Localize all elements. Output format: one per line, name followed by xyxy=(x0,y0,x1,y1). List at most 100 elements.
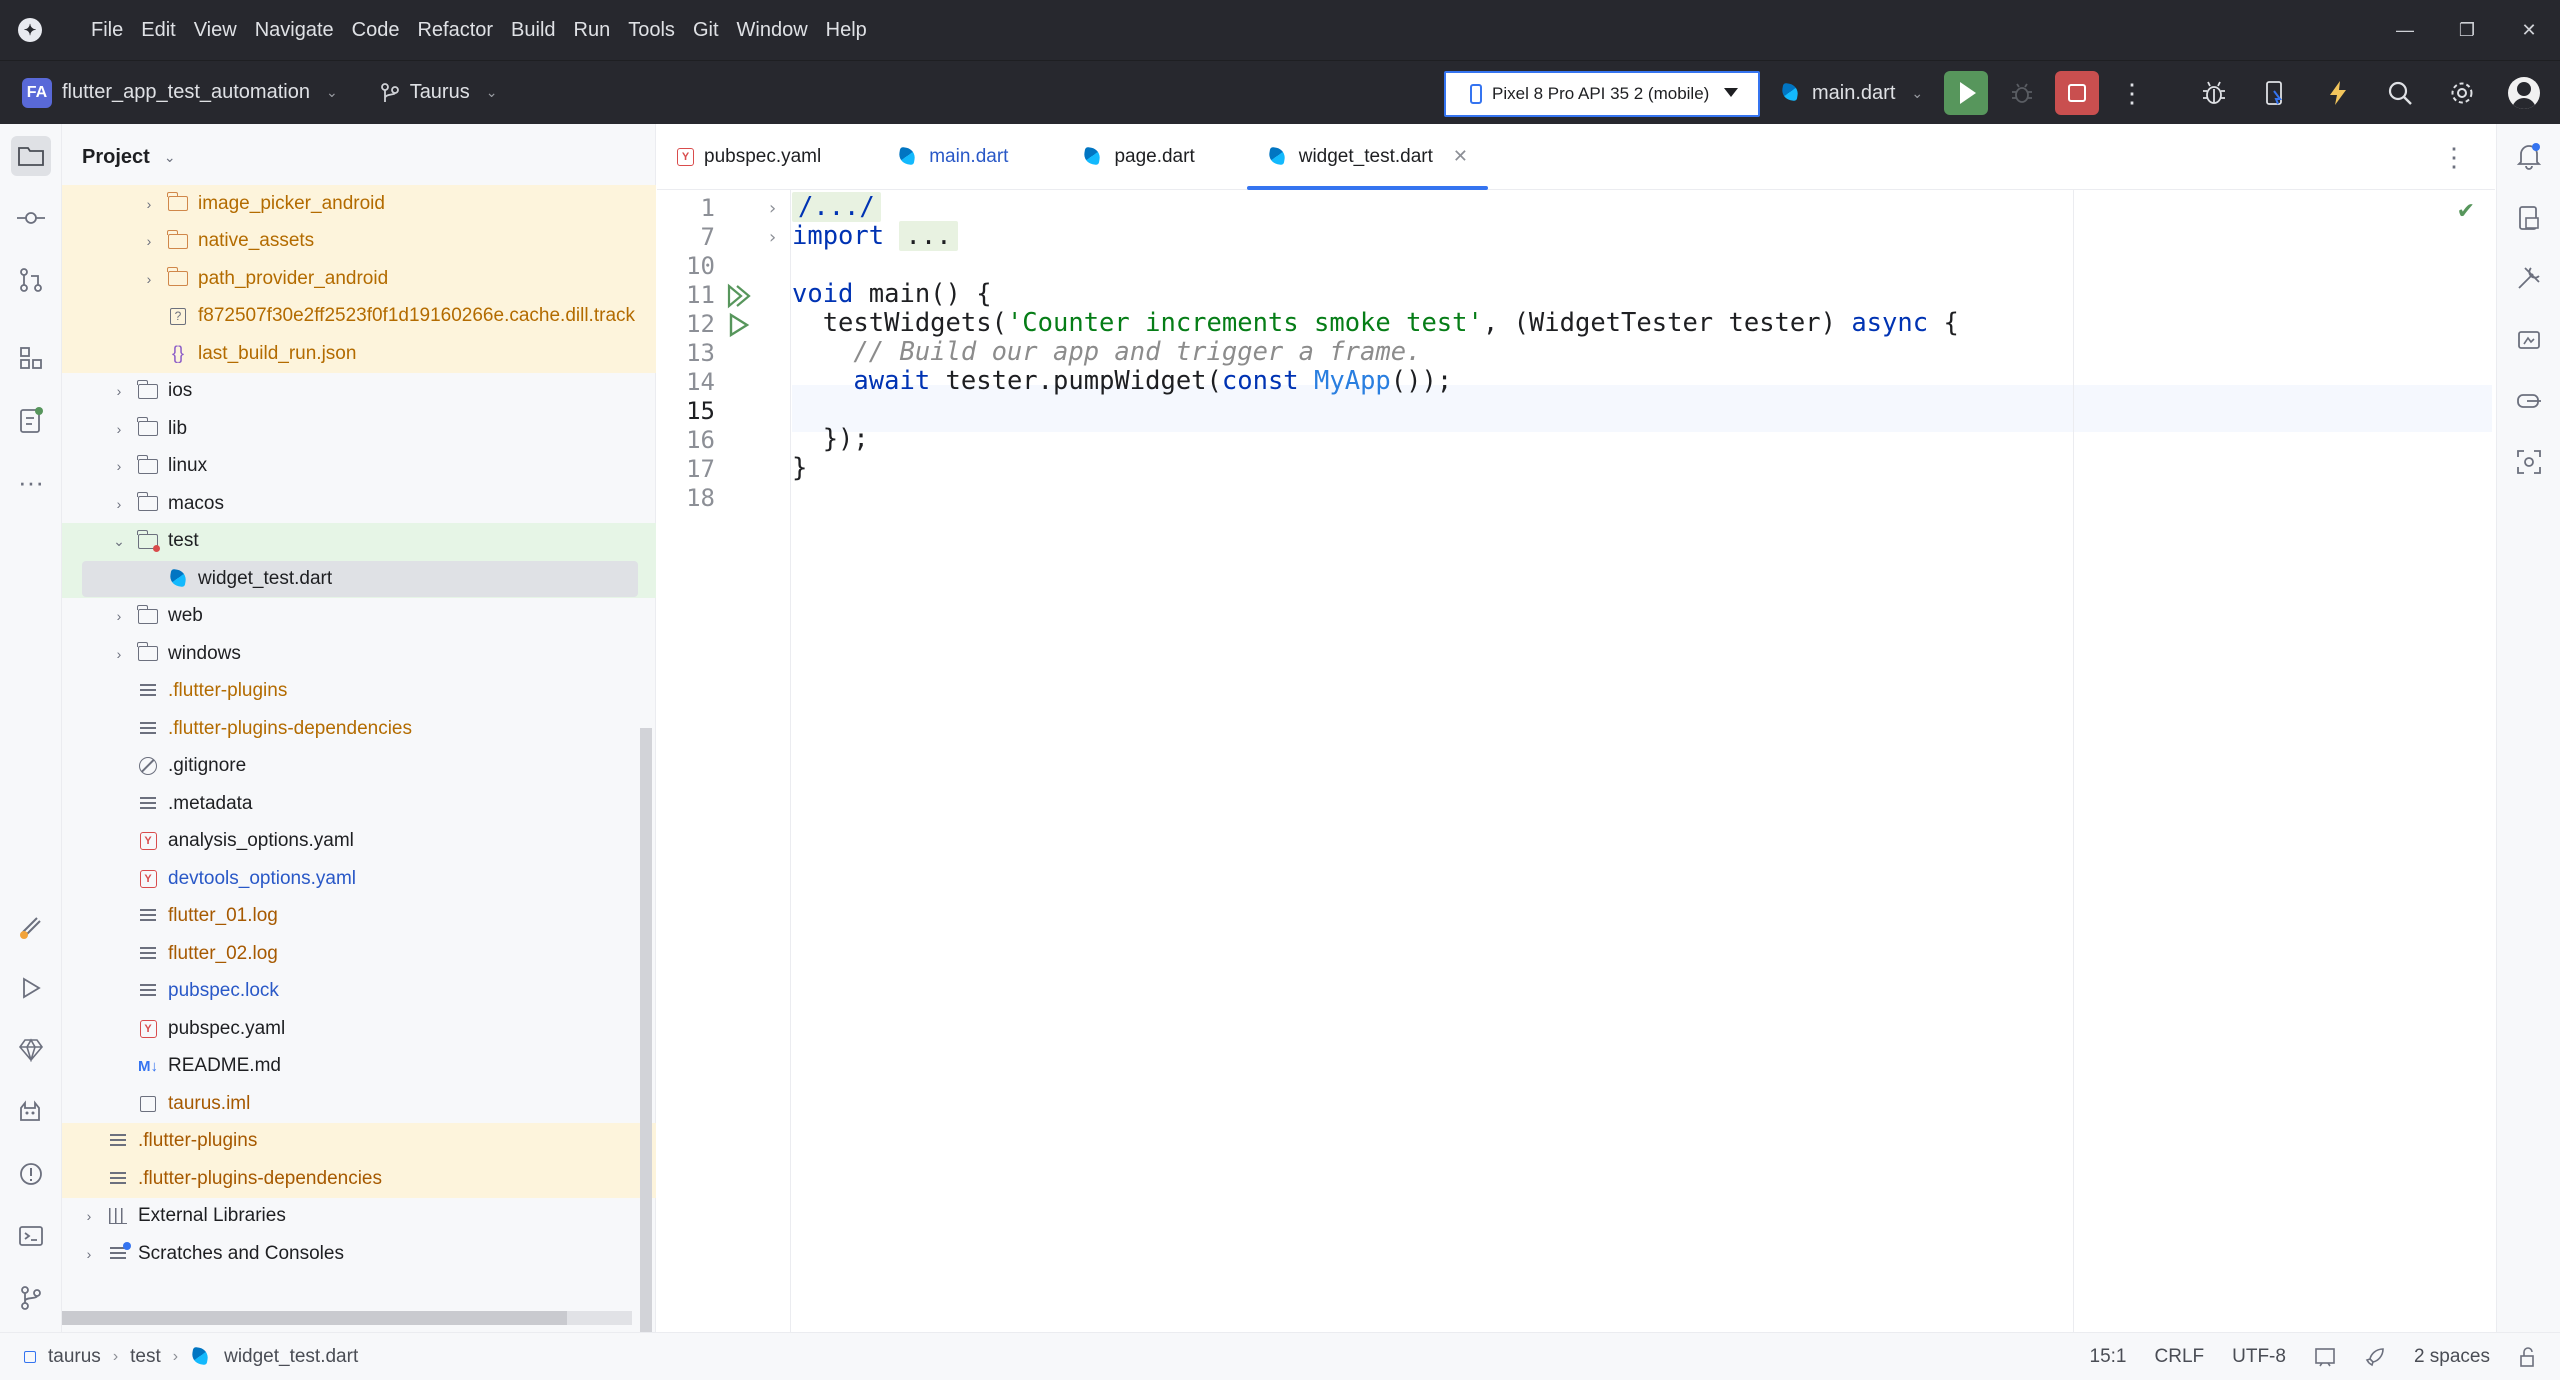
tree-row[interactable]: › ios xyxy=(62,373,656,411)
breadcrumb-item[interactable]: test xyxy=(130,1346,161,1368)
tree-row[interactable]: taurus.iml xyxy=(62,1085,656,1123)
rocket-icon[interactable] xyxy=(2364,1346,2386,1368)
tab-pubspec-yaml[interactable]: Y pubspec.yaml xyxy=(657,124,841,190)
tree-row[interactable]: Y pubspec.yaml xyxy=(62,1010,656,1048)
chevron-right-icon[interactable]: › xyxy=(112,608,126,624)
tab-widget-test-dart[interactable]: widget_test.dart ✕ xyxy=(1246,124,1489,190)
readonly-toggle-icon[interactable] xyxy=(2314,1347,2336,1367)
tab-main-dart[interactable]: main.dart xyxy=(877,124,1028,190)
structure-tool-button[interactable] xyxy=(11,338,51,378)
tree-row[interactable]: › native_assets xyxy=(62,222,656,260)
caret-position[interactable]: 15:1 xyxy=(2090,1346,2127,1368)
terminal-tool-button[interactable] xyxy=(11,1216,51,1256)
line-separator[interactable]: CRLF xyxy=(2155,1346,2205,1368)
fold-arrow-icon[interactable]: › xyxy=(767,227,778,248)
tree-row[interactable]: .metadata xyxy=(62,785,656,823)
chevron-right-icon[interactable]: › xyxy=(112,383,126,399)
vcs-branch-selector[interactable]: Taurus ⌄ xyxy=(380,81,497,104)
vertical-scrollbar[interactable] xyxy=(640,728,652,1332)
chevron-right-icon[interactable]: › xyxy=(112,646,126,662)
tree-row[interactable]: flutter_01.log xyxy=(62,898,656,936)
gemini-tool-button[interactable] xyxy=(11,1030,51,1070)
account-button[interactable] xyxy=(2502,71,2546,115)
breadcrumb-item[interactable]: widget_test.dart xyxy=(224,1346,358,1368)
device-manager-button[interactable] xyxy=(2252,71,2296,115)
tree-row[interactable]: › Scratches and Consoles xyxy=(62,1235,656,1273)
problems-tool-button[interactable] xyxy=(11,1154,51,1194)
chevron-right-icon[interactable]: › xyxy=(112,496,126,512)
tree-row[interactable]: › External Libraries xyxy=(62,1198,656,1236)
run-configuration-selector[interactable]: main.dart ⌄ xyxy=(1780,61,1923,125)
chevron-right-icon[interactable]: › xyxy=(82,1246,96,1262)
chevron-right-icon[interactable]: › xyxy=(142,271,156,287)
logcat-tool-button[interactable] xyxy=(11,1092,51,1132)
tree-row[interactable]: › windows xyxy=(62,635,656,673)
run-tests-gutter-icon[interactable] xyxy=(725,282,753,310)
tree-row[interactable]: .flutter-plugins-dependencies xyxy=(62,1160,656,1198)
project-panel-header[interactable]: Project ⌄ xyxy=(62,124,655,190)
run-tool-button[interactable] xyxy=(11,968,51,1008)
chevron-right-icon[interactable]: › xyxy=(112,421,126,437)
project-tool-button[interactable] xyxy=(11,136,51,176)
screenshot-button[interactable] xyxy=(2509,442,2549,482)
tree-row[interactable]: .gitignore xyxy=(62,748,656,786)
chevron-right-icon[interactable]: › xyxy=(142,233,156,249)
running-devices-tool-button[interactable] xyxy=(11,400,51,440)
hot-reload-button[interactable] xyxy=(2316,71,2360,115)
menu-edit[interactable]: Edit xyxy=(132,0,184,60)
tree-row[interactable]: .flutter-plugins-dependencies xyxy=(62,710,656,748)
menu-build[interactable]: Build xyxy=(502,0,564,60)
tree-row[interactable]: Y devtools_options.yaml xyxy=(62,860,656,898)
menu-help[interactable]: Help xyxy=(817,0,876,60)
menu-file[interactable]: File xyxy=(82,0,132,60)
menu-tools[interactable]: Tools xyxy=(619,0,684,60)
tree-row[interactable]: › macos xyxy=(62,485,656,523)
tree-row[interactable]: pubspec.lock xyxy=(62,973,656,1011)
menu-navigate[interactable]: Navigate xyxy=(246,0,343,60)
menu-view[interactable]: View xyxy=(185,0,246,60)
run-test-gutter-icon[interactable] xyxy=(725,311,753,339)
running-devices-button[interactable] xyxy=(2509,382,2549,422)
more-actions-button[interactable]: ⋮ xyxy=(2110,71,2154,115)
tab-page-dart[interactable]: page.dart xyxy=(1062,124,1214,190)
tree-row[interactable]: .flutter-plugins xyxy=(62,673,656,711)
menu-code[interactable]: Code xyxy=(343,0,409,60)
indent-setting[interactable]: 2 spaces xyxy=(2414,1346,2490,1368)
project-selector[interactable]: FA flutter_app_test_automation ⌄ xyxy=(22,77,338,108)
device-file-explorer-button[interactable] xyxy=(2509,198,2549,238)
tree-row[interactable]: › web xyxy=(62,598,656,636)
more-tool-windows-icon[interactable]: ··· xyxy=(11,462,51,502)
tree-row[interactable]: ? f872507f30e2ff2523f0f1d19160266e.cache… xyxy=(62,297,656,335)
chevron-down-icon[interactable]: ⌄ xyxy=(112,533,126,550)
menu-window[interactable]: Window xyxy=(728,0,817,60)
lock-icon[interactable] xyxy=(2518,1346,2538,1368)
close-window-icon[interactable]: ✕ xyxy=(2498,0,2560,60)
settings-button[interactable] xyxy=(2440,71,2484,115)
fold-arrow-icon[interactable]: › xyxy=(767,198,778,219)
tab-actions-more-icon[interactable]: ⋮ xyxy=(2441,142,2467,173)
chevron-right-icon[interactable]: › xyxy=(142,196,156,212)
run-button[interactable] xyxy=(1944,71,1988,115)
tree-row[interactable]: flutter_02.log xyxy=(62,935,656,973)
notifications-button[interactable] xyxy=(2509,136,2549,176)
stop-button[interactable] xyxy=(2055,71,2099,115)
layout-inspector-button[interactable] xyxy=(2509,258,2549,298)
file-encoding[interactable]: UTF-8 xyxy=(2232,1346,2286,1368)
tree-row[interactable]: .flutter-plugins xyxy=(62,1122,656,1160)
flutter-inspector-button[interactable] xyxy=(2192,71,2236,115)
tree-row[interactable]: ⌄ test xyxy=(62,522,656,560)
commit-tool-button[interactable] xyxy=(11,198,51,238)
chevron-right-icon[interactable]: › xyxy=(82,1208,96,1224)
tree-row[interactable]: Y analysis_options.yaml xyxy=(62,823,656,861)
close-tab-icon[interactable]: ✕ xyxy=(1453,146,1468,167)
chevron-right-icon[interactable]: › xyxy=(112,458,126,474)
breadcrumb-item[interactable]: taurus xyxy=(48,1346,101,1368)
app-quality-tool-button[interactable] xyxy=(11,906,51,946)
pull-requests-tool-button[interactable] xyxy=(11,260,51,300)
restore-icon[interactable]: ❐ xyxy=(2436,0,2498,60)
tree-row[interactable]: {} last_build_run.json xyxy=(62,335,656,373)
tree-row[interactable]: M↓ README.md xyxy=(62,1048,656,1086)
menu-run[interactable]: Run xyxy=(565,0,620,60)
minimize-icon[interactable]: — xyxy=(2374,0,2436,60)
tree-row[interactable]: › linux xyxy=(62,448,656,486)
